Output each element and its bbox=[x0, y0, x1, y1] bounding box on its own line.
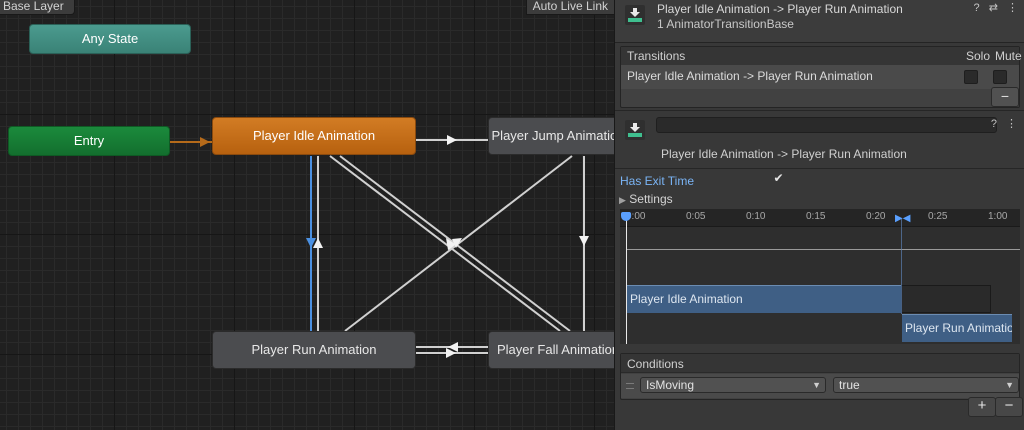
transition-idle-to-fall[interactable] bbox=[329, 155, 571, 332]
transition-run-to-idle[interactable] bbox=[313, 156, 323, 331]
divider bbox=[615, 110, 1024, 111]
tick-label: 0:05 bbox=[686, 211, 706, 222]
source-clip-tail bbox=[901, 285, 991, 313]
transition-title: Player Idle Animation -> Player Run Anim… bbox=[661, 147, 907, 161]
condition-value: true bbox=[839, 378, 860, 392]
transition-entry-to-idle[interactable] bbox=[170, 137, 212, 147]
has-exit-time-checkbox[interactable]: ✔ bbox=[772, 172, 785, 185]
settings-foldout[interactable]: ▶ Settings bbox=[619, 192, 673, 206]
state-player-fall[interactable]: Player Fall Animation bbox=[488, 331, 614, 369]
tick-label: 0:10 bbox=[746, 211, 766, 222]
solo-label: Solo bbox=[966, 49, 991, 63]
remove-transition-button[interactable]: − bbox=[991, 87, 1019, 107]
tick-label: 0:20 bbox=[866, 211, 886, 222]
inspector-subtitle: 1 AnimatorTransitionBase bbox=[657, 17, 794, 31]
tick-label: 1:00 bbox=[988, 211, 1008, 222]
state-player-jump[interactable]: Player Jump Animation bbox=[488, 117, 614, 155]
conditions-header: Conditions bbox=[621, 354, 1019, 373]
transition-row[interactable]: Player Idle Animation -> Player Run Anim… bbox=[621, 65, 1019, 89]
chevron-down-icon: ▼ bbox=[812, 380, 821, 390]
transition-idle-to-run-selected[interactable] bbox=[306, 156, 316, 331]
timeline-ruler: 0:00 0:05 0:10 0:15 0:20 0:25 1:00 bbox=[620, 209, 1020, 227]
state-player-idle[interactable]: Player Idle Animation bbox=[212, 117, 416, 155]
solo-checkbox[interactable] bbox=[964, 70, 978, 84]
tick-label: 0:15 bbox=[806, 211, 826, 222]
blend-curve bbox=[626, 249, 1020, 250]
transition-jump-to-fall[interactable] bbox=[579, 156, 589, 331]
inspector-header: Player Idle Animation -> Player Run Anim… bbox=[615, 0, 1024, 43]
remove-condition-button[interactable]: − bbox=[995, 397, 1023, 417]
condition-parameter-dropdown[interactable]: IsMoving ▼ bbox=[640, 377, 826, 393]
header-help-preset-menu-icons[interactable]: ? ⇄ ⋮ bbox=[974, 1, 1021, 14]
target-clip-bar[interactable]: Player Run Animation bbox=[902, 314, 1012, 342]
transition-row-label: Player Idle Animation -> Player Run Anim… bbox=[627, 69, 873, 83]
transition-timeline[interactable]: 0:00 0:05 0:10 0:15 0:20 0:25 1:00 Playe… bbox=[620, 209, 1020, 344]
transitions-list: Transitions Solo Mute Player Idle Animat… bbox=[620, 46, 1022, 108]
drag-handle-icon[interactable] bbox=[626, 383, 634, 389]
state-any-state[interactable]: Any State bbox=[29, 24, 191, 54]
add-condition-button[interactable]: + bbox=[968, 397, 996, 417]
settings-label: Settings bbox=[629, 192, 673, 206]
transition-marker-line bbox=[901, 219, 902, 314]
divider bbox=[615, 168, 1024, 169]
transition-run-to-fall[interactable] bbox=[416, 342, 488, 358]
inspector-title: Player Idle Animation -> Player Run Anim… bbox=[657, 2, 903, 16]
playhead[interactable] bbox=[626, 219, 627, 344]
source-clip-bar[interactable]: Player Idle Animation bbox=[626, 285, 901, 313]
chevron-down-icon: ▼ bbox=[1005, 380, 1014, 390]
transition-marker-icon[interactable]: ▶◀ bbox=[895, 213, 910, 224]
detail-help-menu-icons[interactable]: ? ⋮ bbox=[991, 117, 1020, 130]
transition-detail-icon bbox=[625, 120, 645, 140]
transition-name-field[interactable] bbox=[656, 117, 997, 133]
transition-icon bbox=[625, 5, 645, 25]
tick-label: 0:25 bbox=[928, 211, 948, 222]
foldout-arrow-icon: ▶ bbox=[619, 195, 626, 205]
transition-run-to-jump[interactable] bbox=[344, 155, 573, 332]
transition-idle-to-jump[interactable] bbox=[416, 135, 488, 145]
inspector-panel: Player Idle Animation -> Player Run Anim… bbox=[614, 0, 1024, 430]
condition-row[interactable]: IsMoving ▼ true ▼ bbox=[621, 374, 1019, 398]
mute-checkbox[interactable] bbox=[993, 70, 1007, 84]
transitions-label: Transitions bbox=[627, 49, 686, 63]
state-entry[interactable]: Entry bbox=[8, 126, 170, 156]
animator-graph[interactable]: Base Layer Auto Live Link Any State Entr… bbox=[0, 0, 614, 430]
conditions-label: Conditions bbox=[627, 357, 684, 371]
mute-label: Mute bbox=[995, 49, 1022, 63]
transitions-header: Transitions Solo Mute bbox=[621, 47, 1022, 66]
condition-value-dropdown[interactable]: true ▼ bbox=[833, 377, 1019, 393]
conditions-list: Conditions IsMoving ▼ true ▼ bbox=[620, 353, 1020, 400]
has-exit-time-label: Has Exit Time bbox=[620, 174, 695, 188]
condition-parameter-value: IsMoving bbox=[646, 378, 695, 392]
state-player-run[interactable]: Player Run Animation bbox=[212, 331, 416, 369]
